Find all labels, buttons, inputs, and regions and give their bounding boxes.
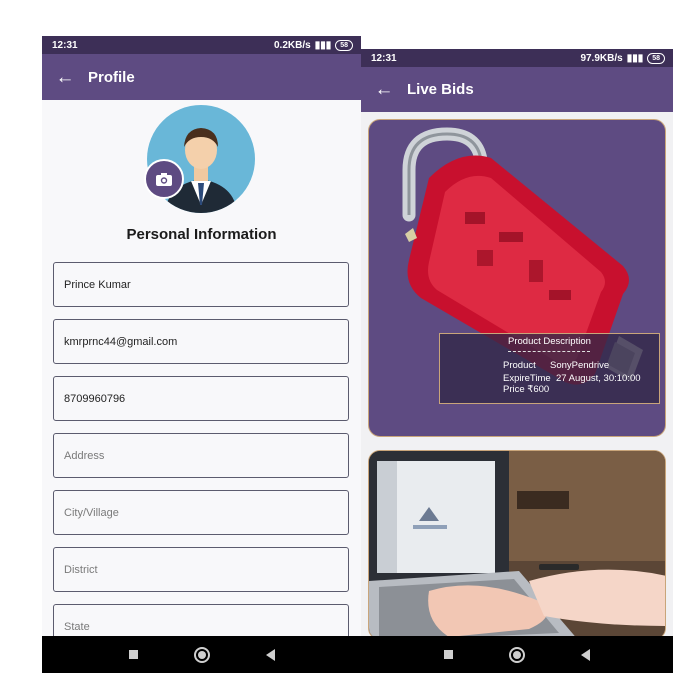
battery-icon: 58 [335, 39, 353, 51]
description-title: Product Description [508, 336, 591, 347]
change-photo-button[interactable] [144, 159, 184, 199]
app-bar: ← Live Bids [361, 67, 673, 112]
status-time: 12:31 [52, 39, 78, 51]
price-text: Price ₹600 [503, 384, 550, 395]
back-triangle-icon[interactable] [265, 648, 275, 661]
page-title: Live Bids [407, 81, 474, 98]
product-value: SonyPendrive [550, 360, 610, 371]
arrow-left-icon[interactable]: ← [42, 68, 88, 87]
bid-card[interactable] [368, 450, 666, 640]
status-bar: 12:31 97.9KB/s ▮▮▮ 58 [361, 49, 673, 67]
status-bar: 12:31 0.2KB/s ▮▮▮ 58 [42, 36, 361, 54]
product-description-panel: Product Description Product SonyPendrive… [439, 333, 660, 404]
signal-icon: ▮▮▮ [626, 52, 644, 64]
address-field[interactable]: Address [53, 433, 349, 478]
status-time: 12:31 [371, 52, 397, 64]
arrow-left-icon[interactable]: ← [361, 80, 407, 99]
page-title: Profile [88, 68, 135, 86]
district-field[interactable]: District [53, 547, 349, 592]
phone-field[interactable]: 8709960796 [53, 376, 349, 421]
product-label: Product [503, 360, 536, 371]
email-field[interactable]: kmrprnc44@gmail.com [53, 319, 349, 364]
expire-value: 27 August, 30:10:00 [556, 373, 641, 384]
home-icon[interactable] [509, 646, 525, 663]
system-nav-bar [361, 636, 673, 673]
net-speed: 0.2KB/s [274, 39, 311, 51]
divider [508, 351, 590, 352]
expire-label: ExpireTime [503, 373, 551, 384]
laptop-image [369, 451, 665, 639]
back-triangle-icon[interactable] [581, 648, 590, 661]
bid-card[interactable]: Product Description Product SonyPendrive… [368, 119, 666, 437]
profile-screen: 12:31 0.2KB/s ▮▮▮ 58 ← Profile Personal … [42, 36, 361, 673]
signal-icon: ▮▮▮ [314, 39, 332, 51]
recents-icon[interactable] [128, 650, 138, 659]
name-field[interactable]: Prince Kumar [53, 262, 349, 307]
home-icon[interactable] [193, 646, 210, 663]
camera-icon [156, 172, 172, 186]
live-bids-screen: 12:31 97.9KB/s ▮▮▮ 58 ← Live Bids Produc… [361, 49, 673, 673]
battery-icon: 58 [647, 52, 665, 64]
section-title: Personal Information [126, 226, 277, 243]
net-speed: 97.9KB/s [580, 52, 623, 64]
app-bar: ← Profile [42, 54, 361, 100]
recents-icon[interactable] [444, 650, 453, 659]
system-nav-bar [42, 636, 361, 673]
city-field[interactable]: City/Village [53, 490, 349, 535]
